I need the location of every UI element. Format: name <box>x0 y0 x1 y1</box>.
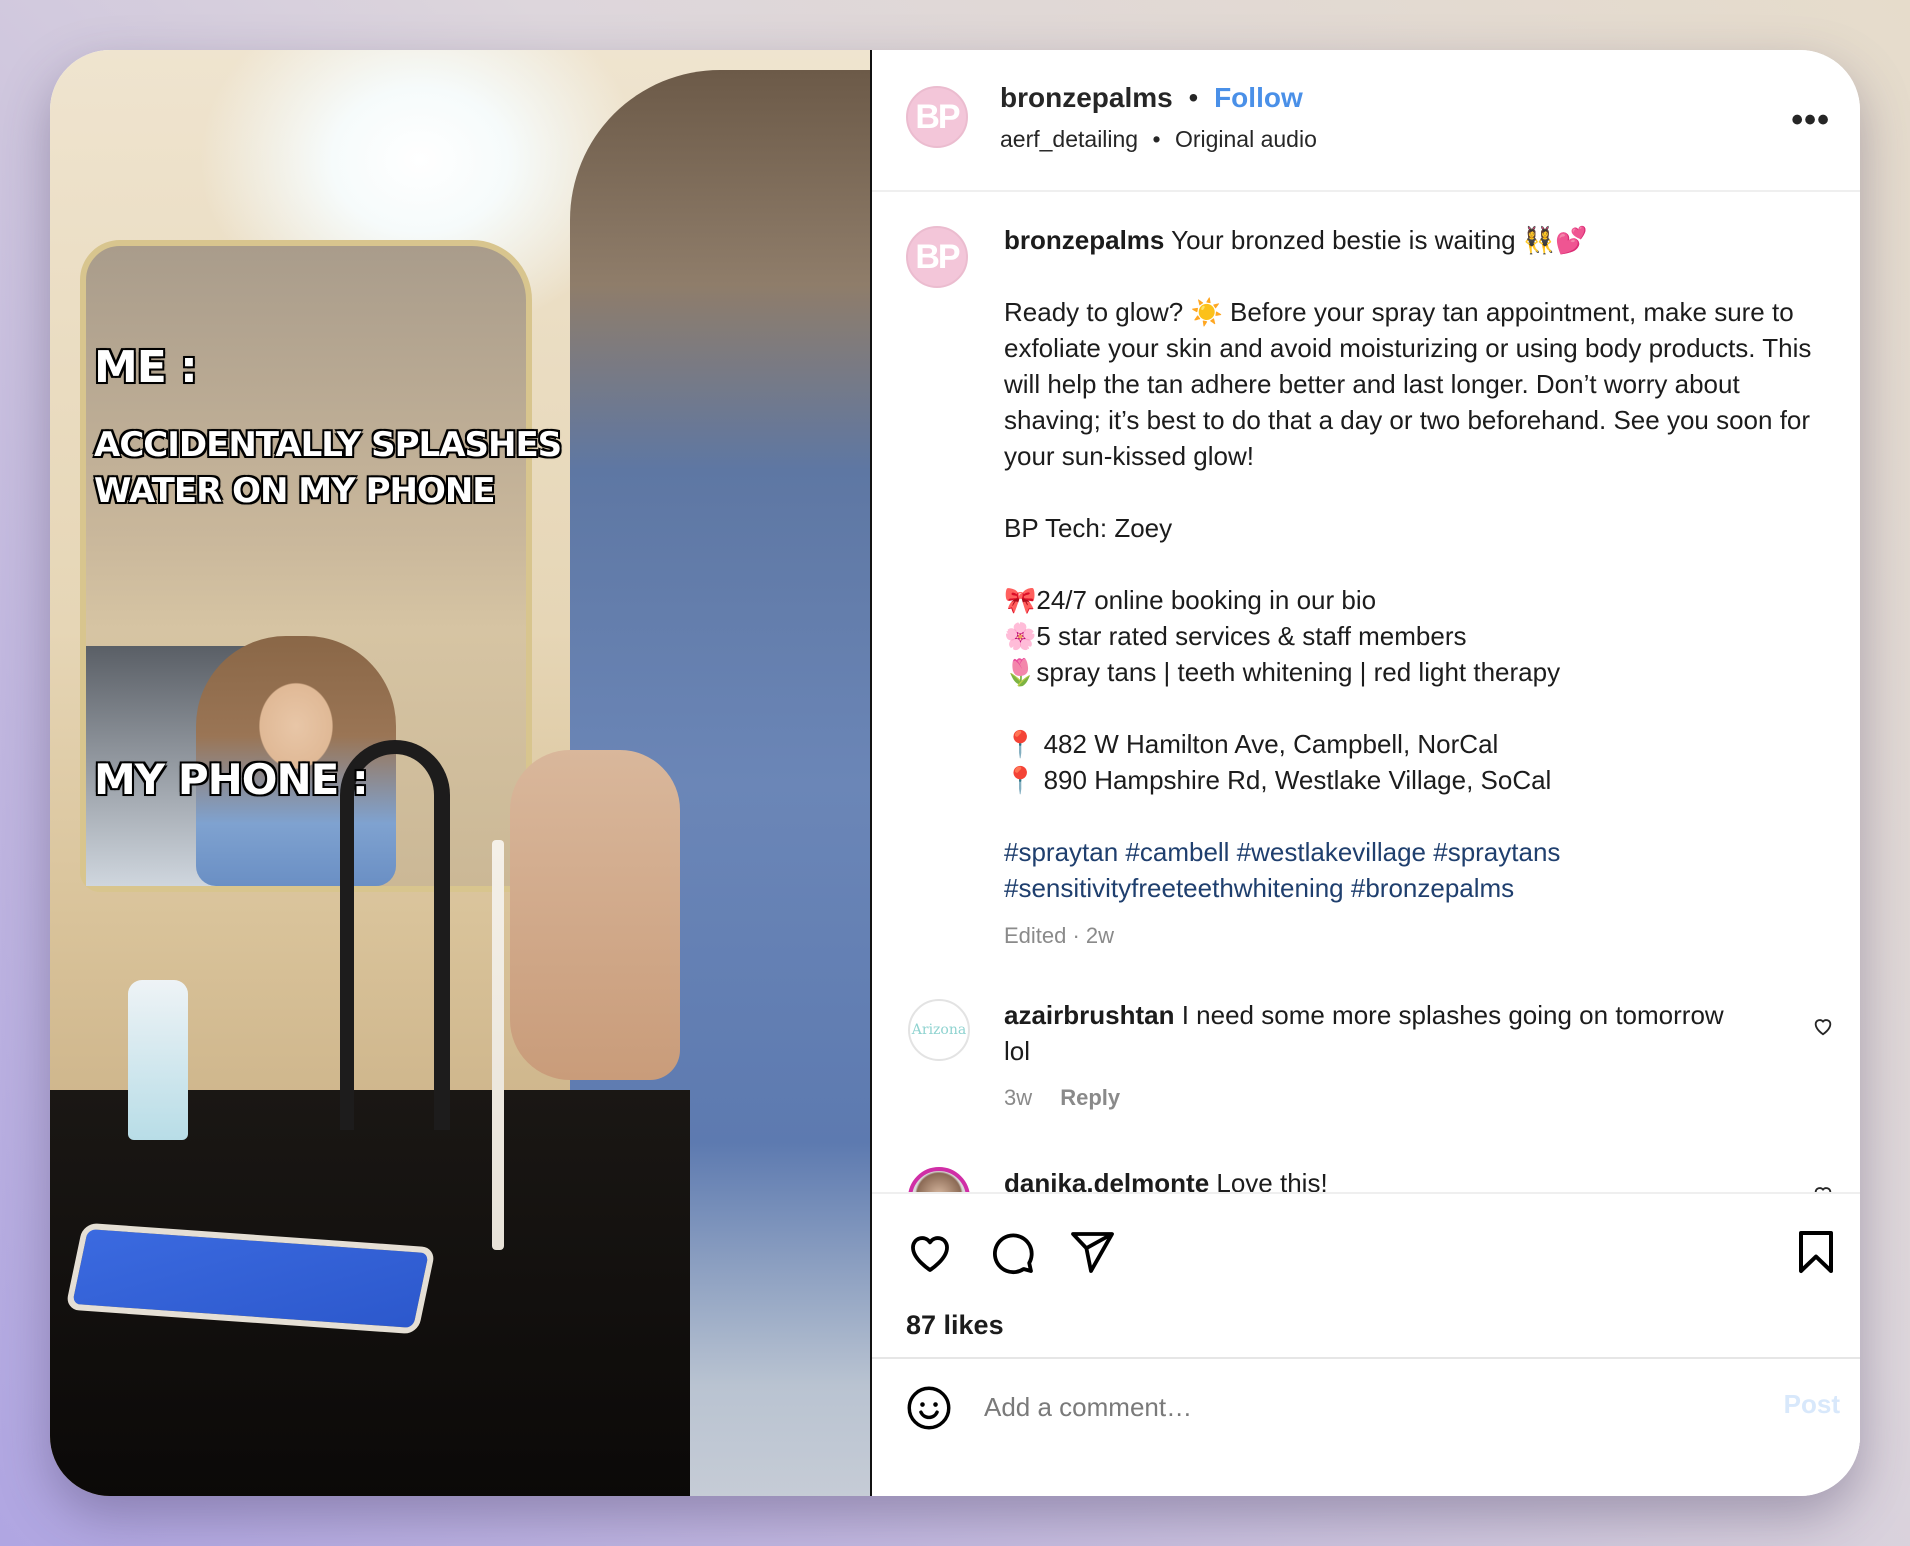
commenter-avatar[interactable]: Arizona <box>908 999 970 1061</box>
bookmark-save-icon[interactable] <box>1792 1228 1840 1276</box>
post-modal: ME : ACCIDENTALLY SPLASHES WATER ON MY P… <box>50 50 1860 1496</box>
video-caption-phone: MY PHONE : <box>94 755 369 804</box>
commenter-username[interactable]: azairbrushtan <box>1004 1000 1175 1030</box>
author-username[interactable]: bronzepalms <box>1000 82 1173 113</box>
like-heart-icon[interactable] <box>906 1228 954 1276</box>
comment-input[interactable] <box>982 1381 1746 1433</box>
caption-body: Ready to glow? ☀️ Before your spray tan … <box>1004 297 1812 471</box>
emoji-smiley-icon[interactable] <box>906 1385 952 1431</box>
caption-hashtags[interactable]: #spraytan #cambell #westlakevillage #spr… <box>1004 834 1824 870</box>
audio-line: aerf_detailing • Original audio <box>1000 126 1317 153</box>
post-comment-button[interactable]: Post <box>1784 1389 1840 1420</box>
post-video[interactable]: ME : ACCIDENTALLY SPLASHES WATER ON MY P… <box>50 50 872 1496</box>
audio-user-link[interactable]: aerf_detailing <box>1000 126 1138 152</box>
caption-hashtags[interactable]: #sensitivityfreeteethwhitening #bronzepa… <box>1004 870 1824 906</box>
caption-bullet: 🌷spray tans | teeth whitening | red ligh… <box>1004 657 1561 687</box>
separator-dot: • <box>1188 82 1199 113</box>
comment-age: 3w <box>1004 1085 1033 1110</box>
video-scene-arm <box>510 750 680 1080</box>
post-header: BP bronzepalms • Follow aerf_detailing •… <box>872 50 1860 192</box>
comments-scroll-area[interactable]: BP bronzepalms Your bronzed bestie is wa… <box>872 192 1860 1232</box>
post-details-panel: BP bronzepalms • Follow aerf_detailing •… <box>872 50 1860 1496</box>
video-caption-action: ACCIDENTALLY SPLASHES WATER ON MY PHONE <box>94 425 562 511</box>
add-comment-bar: Post <box>872 1357 1860 1454</box>
follow-button[interactable]: Follow <box>1214 82 1303 113</box>
more-options-icon[interactable]: ••• <box>1791 103 1830 137</box>
caption-location: 📍 890 Hampshire Rd, Westlake Village, So… <box>1004 765 1552 795</box>
caption-author-avatar[interactable]: BP <box>906 226 968 288</box>
caption-location: 📍 482 W Hamilton Ave, Campbell, NorCal <box>1004 729 1499 759</box>
comment-like-icon[interactable] <box>1812 1015 1834 1037</box>
caption-meta: Edited · 2w <box>1004 923 1115 948</box>
comment-bubble-icon[interactable] <box>988 1228 1036 1276</box>
video-caption-me: ME : <box>94 342 198 393</box>
separator-dot: • <box>1152 126 1161 152</box>
caption-bullet: 🎀24/7 online booking in our bio <box>1004 585 1377 615</box>
video-scene-water <box>492 840 504 1250</box>
author-avatar[interactable]: BP <box>906 86 968 148</box>
original-audio-link[interactable]: Original audio <box>1175 126 1317 152</box>
caption-username[interactable]: bronzepalms <box>1004 225 1164 255</box>
caption-tech: BP Tech: Zoey <box>1004 513 1173 543</box>
caption-bullet: 🌸5 star rated services & staff members <box>1004 621 1467 651</box>
author-line: bronzepalms • Follow <box>1000 82 1303 114</box>
likes-count[interactable]: 87 likes <box>906 1310 1004 1341</box>
reply-button[interactable]: Reply <box>1060 1085 1120 1110</box>
comment-meta: 3w Reply <box>1004 1085 1120 1111</box>
comment-text: azairbrushtan I need some more splashes … <box>1004 997 1724 1069</box>
share-send-icon[interactable] <box>1068 1228 1116 1276</box>
caption-headline: Your bronzed bestie is waiting 👯‍♀️💕 <box>1171 225 1588 255</box>
video-scene-soap <box>128 980 188 1140</box>
post-caption: bronzepalms Your bronzed bestie is waiti… <box>1004 222 1824 954</box>
post-actions: 87 likes September 5 Post <box>872 1192 1860 1454</box>
